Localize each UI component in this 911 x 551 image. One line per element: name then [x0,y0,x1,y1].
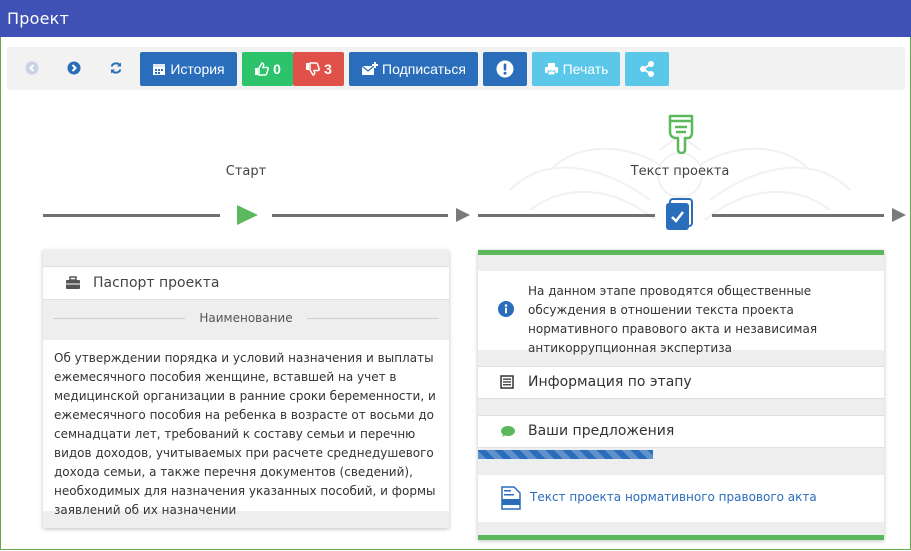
subscribe-label: Подписаться [382,61,466,77]
play-icon [237,205,258,225]
back-button[interactable] [22,58,42,78]
section-divider: Наименование [53,310,439,328]
briefcase-icon [66,276,80,289]
description-text: Об утверждении порядка и условий назначе… [54,351,436,517]
timeline-segment [43,214,220,217]
window-title: Проект [7,9,70,28]
document-link[interactable]: Текст проекта нормативного правового акт… [530,490,817,504]
timeline-segment [712,214,884,217]
project-description: Об утверждении порядка и условий назначе… [43,340,449,517]
report-button[interactable] [483,52,527,86]
stage-label-text: Текст проекта [630,164,730,179]
comment-icon [501,426,515,437]
history-label: История [170,61,225,77]
info-circle-icon [498,301,514,317]
pointing-hand-icon [668,114,694,154]
envelope-plus-icon [361,62,379,75]
thumbs-down-icon [306,62,321,76]
project-passport-panel: Паспорт проекта Наименование Об утвержде… [43,250,449,528]
list-icon [500,375,514,389]
proposals-label: Ваши предложения [528,423,675,439]
print-button[interactable]: Печать [532,52,620,86]
subscribe-button[interactable]: Подписаться [349,52,478,86]
document-row: Текст проекта нормативного правового акт… [478,475,884,522]
refresh-button[interactable] [106,58,126,78]
printer-icon [544,63,558,76]
share-icon [640,61,654,77]
timeline-arrow [456,208,470,222]
arrow-right-circle-icon [67,61,81,75]
document-check-icon [666,198,693,230]
stage-info-row[interactable]: Информация по этапу [478,366,884,399]
share-button[interactable] [625,52,669,86]
likes-count: 0 [273,61,281,77]
stage-info-label: Информация по этапу [528,374,692,390]
dislike-button[interactable]: 3 [293,52,344,86]
docx-file-icon [501,486,521,510]
passport-header[interactable]: Паспорт проекта [43,266,449,300]
refresh-icon [110,62,122,74]
dislikes-count: 3 [324,61,332,77]
history-button[interactable]: История [140,52,237,86]
exclamation-circle-icon [496,60,514,78]
timeline-segment [478,214,655,217]
print-label: Печать [562,61,609,77]
arrow-left-circle-icon [25,61,39,75]
stage-progress-fill [478,450,653,459]
stage-label-start: Старт [225,164,267,179]
section-title: Наименование [199,311,293,325]
passport-title: Паспорт проекта [93,275,220,291]
stage-info-text: На данном этапе проводятся общественные … [528,284,818,355]
toolbar: История 0 3 Подписаться Печать [7,47,905,90]
stage-info-box: На данном этапе проводятся общественные … [478,271,884,355]
thumbs-up-icon [255,62,270,76]
timeline-arrow [892,208,906,222]
title-bar: Проект [0,0,911,37]
timeline-segment [272,214,448,217]
stage-panel: На данном этапе проводятся общественные … [478,250,884,540]
stage-progress-bar [478,450,884,459]
forward-button[interactable] [64,58,84,78]
like-button[interactable]: 0 [242,52,293,86]
proposals-row[interactable]: Ваши предложения [478,415,884,448]
calendar-icon [153,64,166,75]
